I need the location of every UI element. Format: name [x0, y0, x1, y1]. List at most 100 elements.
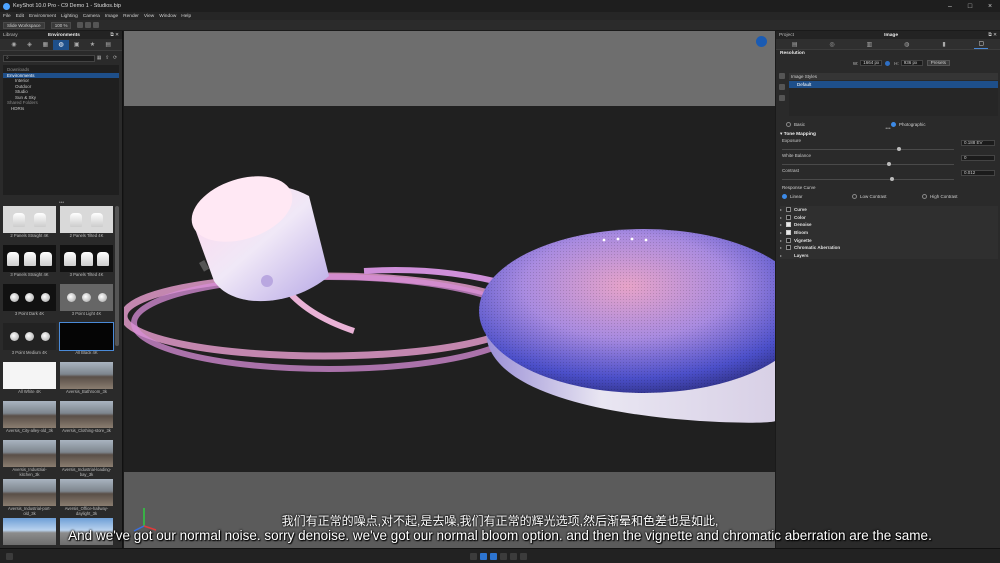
tab-textures-icon[interactable]: ▦	[37, 40, 53, 50]
response-curve-option[interactable]: Linear	[782, 194, 852, 199]
pause-icon[interactable]	[77, 22, 84, 28]
animation-icon[interactable]	[500, 553, 507, 560]
presets-dropdown[interactable]: Presets	[926, 60, 950, 66]
tab-materials-icon[interactable]: ◉	[6, 40, 22, 50]
param-slider-track[interactable]	[782, 164, 954, 165]
refresh-icon[interactable]: ⟳	[113, 55, 117, 61]
menu-window[interactable]: Window	[159, 14, 176, 19]
effect-checkbox[interactable]	[786, 237, 791, 243]
panel-close-icon[interactable]: ✕	[992, 33, 997, 38]
effect-row[interactable]: ▸ Denoise	[780, 221, 998, 229]
zoom-select[interactable]: 100 %	[50, 21, 72, 29]
environment-thumbnail[interactable]: Aversis_Clothing-store_3k	[60, 401, 113, 437]
param-slider-handle[interactable]	[890, 177, 895, 181]
menu-lighting[interactable]: Lighting	[61, 14, 78, 19]
tone-mapping-header[interactable]: ▾ Tone Mapping	[776, 131, 1000, 138]
library-toggle-icon[interactable]	[480, 553, 487, 560]
effect-row[interactable]: ▸ Layers	[780, 251, 998, 260]
import-icon[interactable]: ⇪	[105, 55, 109, 61]
environment-thumbnail[interactable]: 2 Panels Tilted 4K	[60, 206, 113, 242]
environment-thumbnail[interactable]: 3 Point Dark 4K	[3, 284, 56, 320]
environment-thumbnail[interactable]: Aversis_Office-hallway-daylight_3k	[60, 479, 113, 515]
environment-thumbnail[interactable]: Aversis_Industrial-kitchen_3k	[3, 440, 56, 476]
minimize-button[interactable]: –	[940, 3, 960, 10]
style-delete-icon[interactable]	[779, 95, 785, 101]
menu-camera[interactable]: Camera	[83, 14, 100, 19]
tab-material-icon[interactable]: ◎	[825, 40, 839, 49]
param-value-field[interactable]: 0	[961, 155, 995, 161]
keyshotxr-icon[interactable]	[510, 553, 517, 560]
tree-item[interactable]: HDRIs	[3, 106, 119, 112]
environment-thumbnail[interactable]: Aversis_Industrial-port-old_3k	[3, 479, 56, 515]
workspace-select[interactable]: Slide Workspace	[3, 21, 45, 29]
style-add-icon[interactable]	[779, 73, 785, 79]
param-slider-track[interactable]	[782, 149, 954, 150]
param-slider-handle[interactable]	[886, 162, 891, 166]
grid-view-icon[interactable]: ▦	[97, 55, 102, 61]
effect-row[interactable]: ▸ Vignette	[780, 236, 998, 244]
environment-thumbnail[interactable]: All White 4K	[3, 362, 56, 398]
tab-favorites-icon[interactable]: ★	[85, 40, 101, 50]
param-value-field[interactable]: 0.012	[961, 170, 995, 176]
search-input[interactable]: ⌕	[3, 54, 95, 62]
tab-backplates-icon[interactable]: ▣	[69, 40, 85, 50]
radio-icon[interactable]	[852, 194, 857, 199]
menu-file[interactable]: File	[3, 14, 11, 19]
radio-icon[interactable]	[782, 194, 787, 199]
environment-thumbnail[interactable]: 3 Point Light 4K	[60, 284, 113, 320]
viewport-display-icon[interactable]	[756, 36, 767, 47]
menu-environment[interactable]: Environment	[29, 14, 56, 19]
radio-icon[interactable]	[922, 194, 927, 199]
environment-thumbnail[interactable]: All Black 4K	[59, 322, 114, 359]
environment-thumbnail[interactable]: 3 Panels Straight 4K	[3, 245, 56, 281]
tab-lighting-icon[interactable]: ◍	[900, 40, 914, 49]
tab-environment-icon[interactable]: ▥	[862, 40, 876, 49]
maximize-button[interactable]: □	[960, 3, 980, 10]
param-slider-track[interactable]	[782, 179, 954, 180]
library-scrollbar[interactable]	[115, 206, 119, 346]
lock-aspect-icon[interactable]	[885, 60, 891, 66]
environment-thumbnail[interactable]: Aversis_City-alley-old_3k	[3, 401, 56, 437]
import-icon[interactable]	[470, 553, 477, 560]
tab-image-icon[interactable]: ▢	[974, 40, 989, 49]
width-field[interactable]: 1664 px	[860, 60, 883, 66]
effect-row[interactable]: ▸ Chromatic Aberration	[780, 243, 998, 252]
environment-thumbnail[interactable]: Aversis_Bathroom_3k	[60, 362, 113, 398]
effect-checkbox[interactable]	[786, 245, 791, 251]
response-curve-option[interactable]: High Contrast	[922, 194, 992, 199]
tab-models-icon[interactable]: ▤	[100, 40, 116, 50]
effect-checkbox[interactable]	[786, 207, 791, 213]
menu-render[interactable]: Render	[123, 14, 139, 19]
param-slider-handle[interactable]	[896, 147, 901, 151]
environment-thumbnail[interactable]: 3 Point Medium 4K	[3, 323, 56, 359]
environment-thumbnail[interactable]: 2 Panels Straight 4K	[3, 206, 56, 242]
settings-icon[interactable]	[93, 22, 100, 28]
tab-environments-icon[interactable]: ◍	[53, 39, 69, 50]
effect-checkbox[interactable]	[786, 214, 791, 220]
effect-row[interactable]: ▸ Curve	[780, 206, 998, 214]
height-field[interactable]: 936 px	[900, 60, 923, 66]
tab-scene-icon[interactable]: ▤	[788, 40, 802, 49]
status-icon[interactable]	[6, 553, 13, 560]
effect-row[interactable]: ▸ Bloom	[780, 228, 998, 237]
screenshot-icon[interactable]	[85, 22, 92, 28]
render-icon[interactable]	[520, 553, 527, 560]
menu-edit[interactable]: Edit	[16, 14, 24, 19]
menu-help[interactable]: Help	[181, 14, 191, 19]
menu-image[interactable]: Image	[105, 14, 118, 19]
response-curve-option[interactable]: Low Contrast	[852, 194, 922, 199]
tab-camera-icon[interactable]: ▮	[937, 40, 951, 49]
expand-arrow-icon[interactable]: ▸	[780, 253, 786, 258]
environment-thumbnail[interactable]: 3 Panels Tilted 4K	[60, 245, 113, 281]
environment-thumbnail[interactable]: Aversis_Industrial-loading-bay_3k	[60, 440, 113, 476]
render-viewport[interactable]	[124, 31, 775, 548]
effect-row[interactable]: ▸ Color	[780, 213, 998, 222]
effect-checkbox[interactable]	[786, 222, 791, 228]
effect-checkbox[interactable]	[786, 230, 791, 236]
close-button[interactable]: ×	[980, 3, 1000, 10]
panel-close-icon[interactable]: ✕	[114, 33, 119, 38]
tab-colors-icon[interactable]: ◈	[22, 40, 38, 50]
menu-view[interactable]: View	[144, 14, 154, 19]
image-style-default[interactable]: Default	[789, 81, 998, 88]
style-duplicate-icon[interactable]	[779, 84, 785, 90]
